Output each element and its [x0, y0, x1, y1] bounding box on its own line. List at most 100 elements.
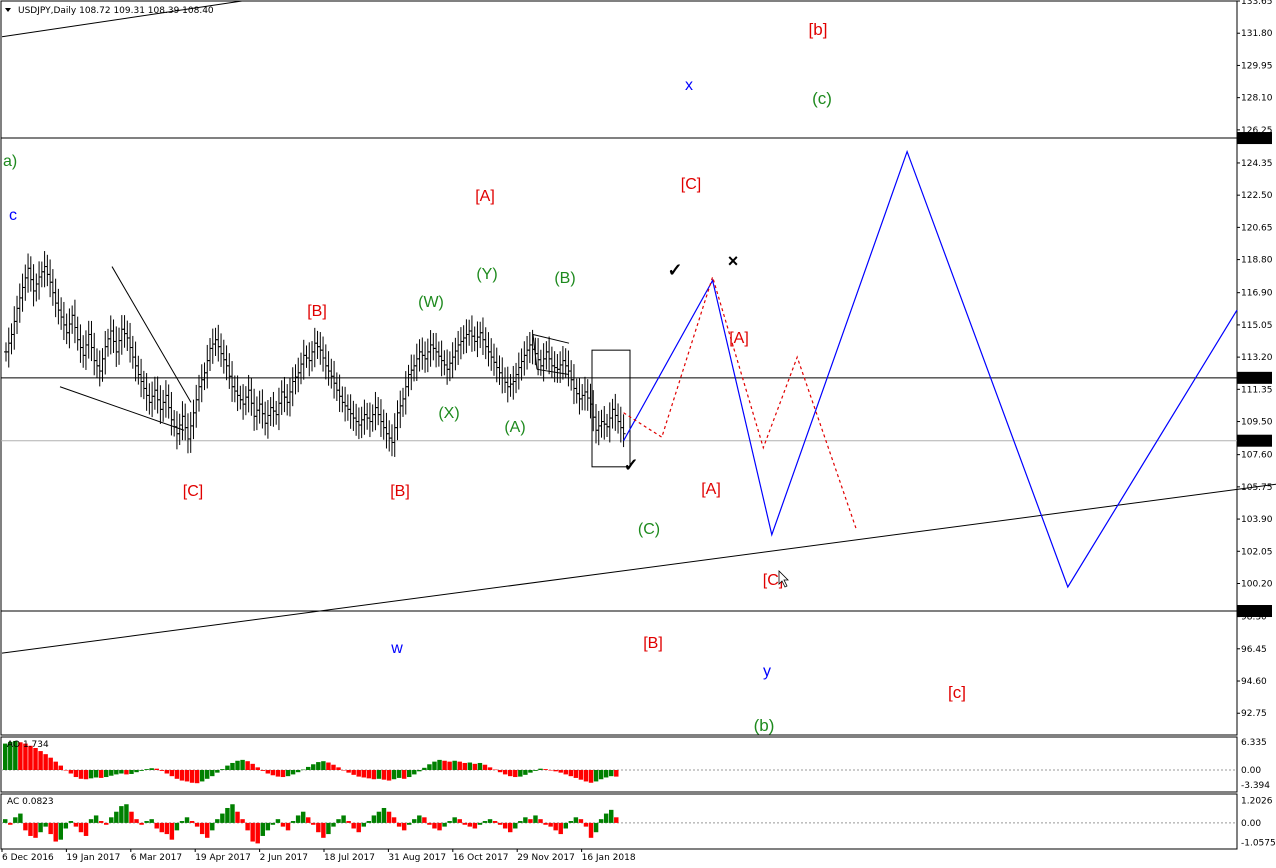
ac-bar [189, 821, 195, 823]
y-tick-label: 94.60 [1241, 677, 1267, 687]
ao-bar [321, 761, 326, 770]
ac-bar [48, 822, 53, 835]
ao-bar [154, 768, 159, 770]
ac-bar [588, 822, 594, 838]
ao-bar [220, 769, 225, 770]
ao-bar [422, 767, 427, 770]
wave-label-red: [B] [307, 303, 327, 320]
ao-bar [270, 770, 276, 776]
ac-bar [184, 817, 190, 823]
ac-bar [210, 822, 215, 831]
y-tick-label: 107.60 [1241, 451, 1273, 461]
ao-tick-label: 0.00 [1241, 766, 1261, 776]
ac-bar [477, 822, 483, 825]
ao-bar [326, 762, 331, 770]
ao-bar [139, 770, 144, 771]
ac-bar [533, 815, 538, 823]
wave-label-red: [B] [643, 635, 663, 652]
ac-bar [508, 822, 513, 833]
ao-bar [407, 770, 412, 778]
ac-bar [114, 811, 119, 823]
ac-title: AC 0.0823 [7, 797, 54, 807]
check-mark-icon: ✓ [667, 260, 682, 280]
ao-bar [563, 770, 568, 775]
ao-bar [477, 762, 483, 770]
wave-label-blue: w [390, 640, 403, 657]
wave-label-green: a) [3, 153, 17, 170]
ac-bar [432, 822, 437, 829]
ao-bar [528, 770, 533, 773]
wave-label-green: (b) [754, 716, 775, 735]
chart-canvas[interactable]: 133.65131.80129.95128.10126.25124.35122.… [0, 0, 1276, 868]
ao-bar [240, 759, 245, 770]
ao-bar [205, 770, 210, 779]
ao-bar [285, 770, 291, 777]
wave-label-green: (X) [438, 405, 459, 422]
ac-bar [427, 822, 432, 825]
y-tick-label: 111.35 [1241, 385, 1273, 395]
ac-bar [609, 809, 614, 823]
ac-tick-label: 1.2026 [1241, 796, 1273, 806]
ao-bar [280, 770, 286, 778]
ao-title: AO 1.734 [7, 740, 49, 750]
price-tag-label: 125.78 [1240, 134, 1272, 144]
ao-bar [558, 770, 563, 773]
price-tag-label: 98.62 [1240, 607, 1266, 617]
y-tick-label: 129.95 [1241, 61, 1273, 71]
ac-bar [492, 821, 498, 823]
ao-bar [230, 762, 235, 770]
x-tick-label: 2 Jun 2017 [260, 853, 308, 863]
ao-bar [412, 770, 417, 775]
y-tick-label: 113.20 [1241, 353, 1273, 363]
ac-tick-label: 0.00 [1241, 819, 1261, 829]
ac-bar [366, 821, 372, 823]
ao-bar [295, 770, 301, 773]
ac-bar [568, 821, 574, 823]
ao-bar [487, 767, 493, 770]
ao-bar [306, 766, 311, 770]
y-tick-label: 109.50 [1241, 418, 1273, 428]
ac-bar [290, 821, 296, 823]
ao-bar [53, 761, 58, 770]
ao-bar [210, 770, 215, 777]
ac-bar [109, 817, 114, 823]
ao-bar [149, 768, 154, 770]
ac-bar [417, 815, 422, 823]
ac-bar [149, 819, 154, 823]
ao-bar [543, 769, 548, 770]
ao-bar [68, 770, 74, 774]
ao-bar [331, 764, 336, 770]
ac-bar [563, 822, 568, 829]
ac-tick-label: -1.0575 [1241, 839, 1276, 849]
ac-bar [8, 822, 13, 825]
ac-bar [73, 822, 79, 827]
wave-label-green: (A) [504, 419, 525, 436]
wave-label-blue: c [9, 207, 17, 224]
wave-label-blue: x [685, 77, 693, 94]
ao-bar [311, 764, 316, 770]
ao-bar [482, 764, 488, 770]
ao-bar [119, 770, 124, 774]
trendline-lower-channel [1, 483, 1276, 654]
y-tick-label: 122.50 [1241, 191, 1273, 201]
y-tick-label: 116.90 [1241, 289, 1273, 299]
ac-bar [502, 822, 508, 829]
ao-bar [78, 770, 84, 779]
ac-bar [523, 817, 528, 823]
collapse-arrow-icon[interactable] [5, 8, 11, 12]
ao-bar [114, 770, 119, 775]
ac-bar [386, 811, 392, 823]
ac-bar [58, 822, 63, 840]
ac-bar [250, 822, 255, 842]
ac-bar [598, 819, 604, 823]
ao-bar [189, 770, 195, 783]
ac-bar [93, 815, 99, 823]
ac-bar [306, 817, 311, 823]
wave-label-red: [C] [183, 483, 203, 500]
ao-bar [533, 770, 538, 771]
y-tick-label: 96.45 [1241, 645, 1267, 655]
ac-bar [361, 822, 366, 827]
y-tick-label: 133.65 [1241, 0, 1273, 7]
ac-bar [472, 822, 478, 829]
ao-bar [467, 762, 473, 770]
